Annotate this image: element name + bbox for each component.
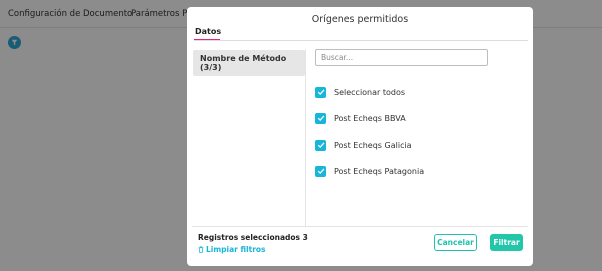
search-input[interactable] [315, 49, 488, 66]
method-list-panel: Nombre de Método (3/3) [192, 49, 306, 226]
tab-datos[interactable]: Datos [195, 27, 221, 36]
checkbox-checked-icon[interactable] [315, 86, 326, 98]
trash-icon [198, 246, 204, 253]
option-galicia[interactable]: Post Echeqs Galicia [315, 139, 412, 151]
option-patagonia[interactable]: Post Echeqs Patagonia [315, 165, 424, 177]
clear-filters-label: Limpiar filtros [206, 245, 266, 254]
filter-button[interactable]: Filtrar [490, 234, 523, 251]
option-label: Post Echeqs Galicia [334, 140, 412, 150]
allowed-origins-dialog: Orígenes permitidos Datos Nombre de Méto… [187, 7, 533, 266]
checkbox-checked-icon[interactable] [315, 165, 326, 177]
checkbox-checked-icon[interactable] [315, 112, 326, 124]
option-label: Post Echeqs Patagonia [334, 166, 425, 176]
footer-divider [192, 226, 528, 227]
option-bbva[interactable]: Post Echeqs BBVA [315, 112, 406, 124]
option-label: Seleccionar todos [334, 87, 406, 97]
option-select-all[interactable]: Seleccionar todos [315, 86, 405, 98]
clear-filters-link[interactable]: Limpiar filtros [198, 245, 266, 254]
cancel-button[interactable]: Cancelar [434, 234, 477, 251]
method-item[interactable]: Nombre de Método (3/3) [193, 50, 305, 76]
selected-records-count: Registros seleccionados 3 [198, 233, 308, 242]
dialog-title: Orígenes permitidos [311, 14, 409, 25]
option-label: Post Echeqs BBVA [334, 113, 406, 123]
tab-divider [194, 40, 528, 41]
checkbox-checked-icon[interactable] [315, 139, 326, 151]
